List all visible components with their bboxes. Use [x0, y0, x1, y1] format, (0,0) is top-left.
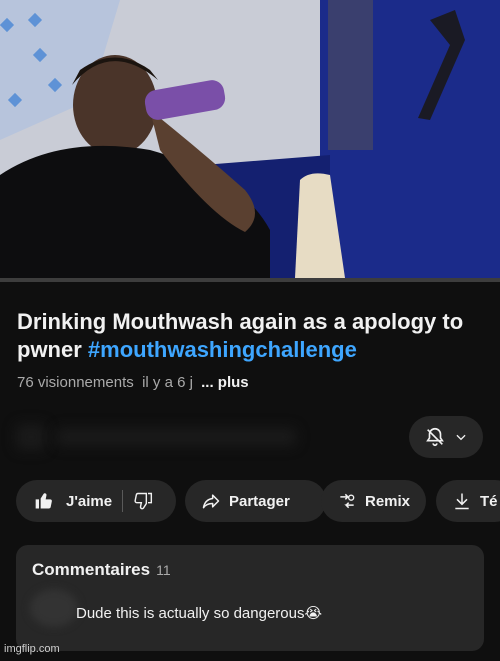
view-count: 76 visionnements — [17, 374, 134, 391]
thumbs-down-icon — [134, 492, 153, 510]
share-icon — [202, 494, 220, 509]
channel-name-redacted — [56, 428, 296, 446]
commenter-avatar-redacted — [30, 589, 78, 627]
comments-heading: Commentaires 11 — [32, 560, 171, 580]
remix-icon — [340, 493, 355, 509]
channel-row-redacted — [16, 418, 386, 454]
video-meta: 76 visionnements il y a 6 j ... plus — [17, 374, 249, 391]
comments-count: 11 — [156, 562, 171, 578]
imgflip-watermark: imgflip.com — [4, 643, 60, 655]
video-title: Drinking Mouthwash again as a apology to… — [17, 308, 487, 364]
chevron-down-icon — [456, 434, 466, 441]
download-icon — [455, 493, 469, 510]
video-player[interactable] — [0, 0, 500, 278]
remix-button[interactable]: Remix — [321, 480, 426, 522]
like-dislike-group: J'aime — [16, 480, 176, 522]
dislike-button[interactable] — [133, 491, 153, 511]
video-frame — [0, 0, 500, 278]
notification-button[interactable] — [409, 416, 483, 458]
action-bar: J'aime Partager Remix Té — [16, 480, 500, 522]
thumbs-up-icon — [35, 493, 52, 509]
download-label: Té — [480, 492, 498, 510]
more-button[interactable]: ... plus — [201, 374, 249, 391]
comments-panel[interactable]: Commentaires 11 Dude this is actually so … — [16, 545, 484, 651]
remix-label: Remix — [365, 492, 411, 510]
share-button[interactable]: Partager — [185, 480, 326, 522]
channel-avatar-redacted — [16, 424, 46, 450]
share-label: Partager — [229, 492, 290, 510]
download-button[interactable]: Té — [436, 480, 500, 522]
bell-off-icon — [426, 427, 444, 447]
hashtag-link[interactable]: #mouthwashingchallenge — [88, 337, 357, 362]
video-progress-bar[interactable] — [0, 278, 500, 282]
upload-time: il y a 6 j — [142, 374, 193, 391]
first-comment: Dude this is actually so dangerous😭 — [76, 605, 322, 622]
like-button[interactable]: J'aime — [16, 491, 112, 511]
comments-title: Commentaires — [32, 560, 151, 579]
like-divider — [122, 490, 124, 512]
like-label: J'aime — [66, 492, 113, 510]
